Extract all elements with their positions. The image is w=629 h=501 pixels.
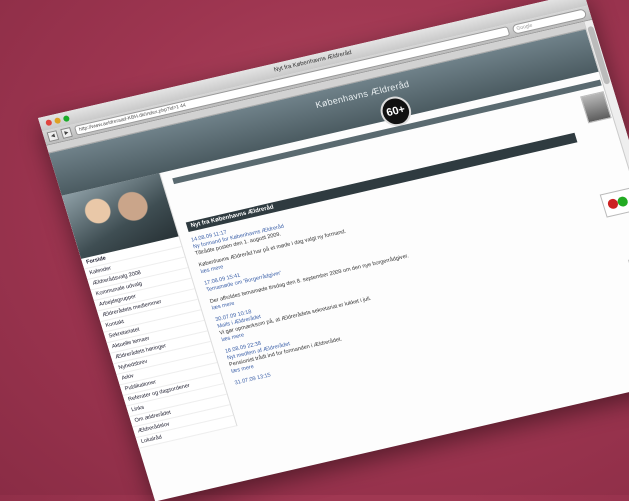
forward-icon[interactable]: ▶: [60, 127, 73, 139]
logo-thumbnail[interactable]: [599, 186, 629, 218]
zoom-icon[interactable]: [62, 115, 71, 123]
news-date: 31.07.09 13:15: [234, 372, 272, 387]
photo-scene: Nyt fra Københavns Ældreråd ◀ ▶ http://w…: [0, 0, 629, 501]
back-icon[interactable]: ◀: [46, 130, 60, 143]
window-controls: [45, 115, 71, 127]
logo-green-dot: [616, 195, 629, 208]
browser-window: Nyt fra Københavns Ældreråd ◀ ▶ http://w…: [38, 0, 629, 501]
close-icon[interactable]: [45, 119, 53, 127]
minimize-icon[interactable]: [53, 117, 62, 125]
